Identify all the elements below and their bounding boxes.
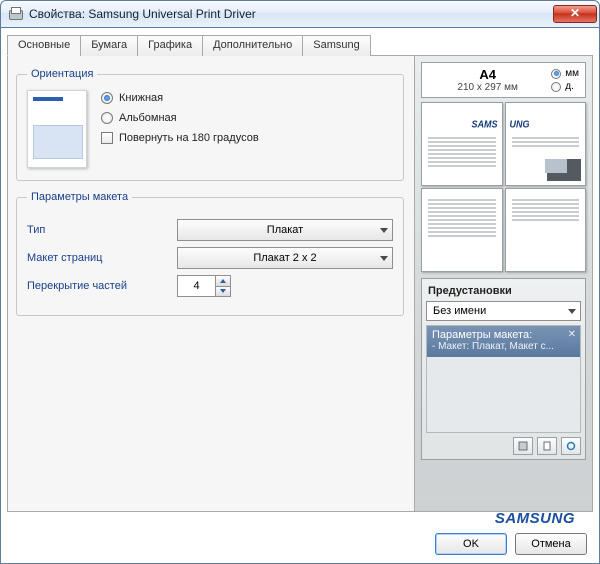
- preset-action-2[interactable]: [537, 437, 557, 455]
- cancel-button[interactable]: Отмена: [515, 533, 587, 555]
- layout-overlap-input[interactable]: [177, 275, 215, 297]
- layout-legend: Параметры макета: [27, 191, 132, 203]
- disk-icon: [518, 441, 528, 451]
- preview-page-1: SAMS: [421, 102, 503, 186]
- chevron-down-icon: [380, 228, 388, 233]
- tab-paper[interactable]: Бумага: [80, 35, 138, 56]
- dialog-buttons: OK Отмена: [435, 533, 587, 555]
- chevron-down-icon: [220, 289, 226, 293]
- orientation-rotate[interactable]: Повернуть на 180 градусов: [101, 132, 259, 144]
- layout-type-label: Тип: [27, 224, 177, 236]
- poster-preview: SAMS UNG: [421, 102, 586, 272]
- refresh-icon: [566, 441, 576, 451]
- orientation-legend: Ориентация: [27, 68, 97, 80]
- presets-list[interactable]: ✕ Параметры макета: - Макет: Плакат, Мак…: [426, 325, 581, 433]
- window-title: Свойства: Samsung Universal Print Driver: [29, 7, 547, 21]
- layout-group: Параметры макета Тип Плакат Макет страни…: [16, 191, 404, 316]
- stepper-up[interactable]: [216, 276, 230, 287]
- radio-icon: [101, 92, 113, 104]
- radio-icon: [551, 69, 561, 79]
- side-panel: A4 210 x 297 мм мм д. SAMS: [415, 56, 593, 512]
- preview-page-3: [421, 188, 503, 272]
- presets-select[interactable]: Без имени: [426, 301, 581, 321]
- orientation-portrait[interactable]: Книжная: [101, 92, 259, 104]
- layout-pages-label: Макет страниц: [27, 252, 177, 264]
- layout-pages-value: Плакат 2 x 2: [253, 252, 316, 264]
- orientation-group: Ориентация Книжная Альбомная: [16, 68, 404, 181]
- radio-icon: [101, 112, 113, 124]
- orientation-landscape[interactable]: Альбомная: [101, 112, 259, 124]
- orientation-rotate-label: Повернуть на 180 градусов: [119, 132, 259, 144]
- unit-in[interactable]: д.: [551, 81, 579, 92]
- presets-item-sub: - Макет: Плакат, Макет с...: [432, 341, 575, 352]
- presets-panel: Предустановки Без имени ✕ Параметры маке…: [421, 278, 586, 460]
- chevron-down-icon: [380, 256, 388, 261]
- tab-extras[interactable]: Дополнительно: [202, 35, 303, 56]
- preview-page-2: UNG: [505, 102, 587, 186]
- ok-button[interactable]: OK: [435, 533, 507, 555]
- layout-overlap-stepper[interactable]: [177, 275, 231, 297]
- unit-mm-label: мм: [565, 68, 579, 79]
- printer-icon: [7, 6, 23, 22]
- orientation-portrait-label: Книжная: [119, 92, 163, 104]
- unit-mm[interactable]: мм: [551, 68, 579, 79]
- orientation-landscape-label: Альбомная: [119, 112, 177, 124]
- stepper-down[interactable]: [216, 287, 230, 297]
- presets-select-value: Без имени: [433, 305, 486, 317]
- paper-size-dim: 210 x 297 мм: [428, 82, 547, 93]
- checkbox-icon: [101, 132, 113, 144]
- window-body: Основные Бумага Графика Дополнительно Sa…: [0, 28, 600, 564]
- titlebar: Свойства: Samsung Universal Print Driver…: [0, 0, 600, 28]
- paper-size-name: A4: [428, 67, 547, 82]
- tab-graphics[interactable]: Графика: [137, 35, 203, 56]
- brand-logo: SAMSUNG: [495, 510, 575, 527]
- tabstrip: Основные Бумага Графика Дополнительно Sa…: [7, 34, 593, 56]
- tab-samsung[interactable]: Samsung: [302, 35, 370, 56]
- unit-in-label: д.: [565, 81, 574, 92]
- page-preview-icon: [27, 90, 87, 168]
- layout-type-select[interactable]: Плакат: [177, 219, 393, 241]
- paper-size-box: A4 210 x 297 мм мм д.: [421, 62, 586, 98]
- radio-icon: [551, 82, 561, 92]
- layout-overlap-label: Перекрытие частей: [27, 280, 177, 292]
- close-button[interactable]: ✕: [553, 5, 597, 23]
- preset-action-3[interactable]: [561, 437, 581, 455]
- presets-item-title: Параметры макета:: [432, 329, 575, 341]
- main-panel: Ориентация Книжная Альбомная: [7, 56, 415, 512]
- chevron-up-icon: [220, 279, 226, 283]
- preset-action-1[interactable]: [513, 437, 533, 455]
- presets-header: Предустановки: [426, 283, 581, 301]
- layout-pages-select[interactable]: Плакат 2 x 2: [177, 247, 393, 269]
- chevron-down-icon: [568, 309, 576, 314]
- preset-delete-icon[interactable]: ✕: [568, 329, 576, 340]
- preview-page-4: [505, 188, 587, 272]
- presets-item[interactable]: ✕ Параметры макета: - Макет: Плакат, Мак…: [427, 326, 580, 357]
- tab-basic[interactable]: Основные: [7, 35, 81, 56]
- page-icon: [542, 441, 552, 451]
- layout-type-value: Плакат: [267, 224, 303, 236]
